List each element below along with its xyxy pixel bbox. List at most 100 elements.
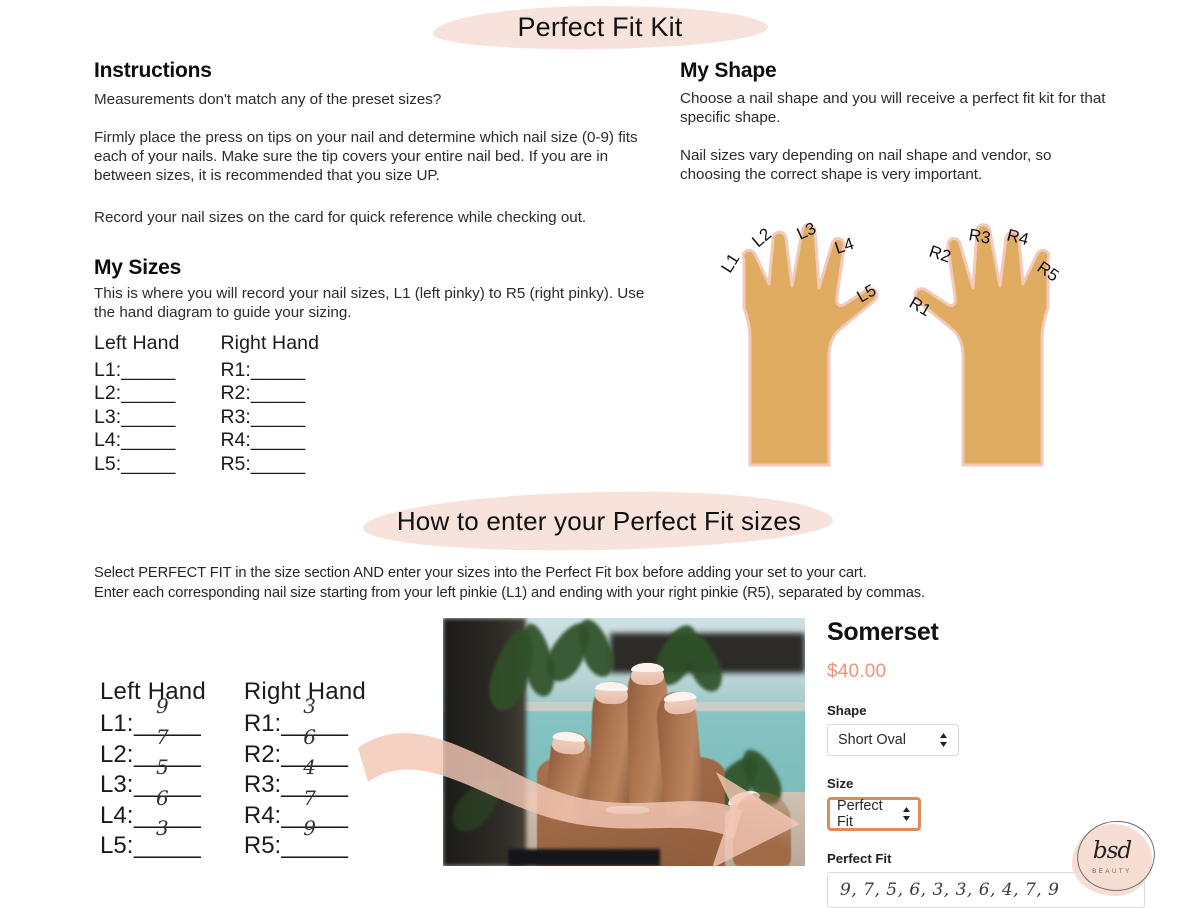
product-price: $40.00 bbox=[827, 661, 887, 682]
filled-size-label: R4: bbox=[243, 801, 282, 829]
my-sizes-left-column: Left Hand L1: _____ L2: _____ L3: _____ L4:… bbox=[94, 332, 179, 476]
page-title-text: Perfect Fit Kit bbox=[517, 12, 683, 42]
filled-size-value: 6 bbox=[156, 785, 169, 810]
size-row-label: L2: bbox=[94, 382, 122, 405]
filled-size-value: 3 bbox=[156, 816, 169, 840]
photo-sleeve bbox=[508, 848, 661, 866]
left-hand-header: Left Hand bbox=[94, 332, 180, 354]
size-row-blank: _____ bbox=[250, 382, 306, 405]
filled-size-label: R1: bbox=[243, 710, 282, 737]
size-row: L3: _____ bbox=[94, 406, 179, 429]
how-to-line-1: Select PERFECT FIT in the size section A… bbox=[94, 565, 867, 581]
filled-size-value: 4 bbox=[303, 755, 316, 779]
filled-size-label: R5: bbox=[243, 832, 282, 859]
size-row-blank: _____ bbox=[121, 429, 176, 452]
filled-size-label: R3: bbox=[243, 771, 282, 798]
size-row-label: R3: bbox=[220, 405, 251, 428]
shape-field-label: Shape bbox=[827, 703, 867, 718]
size-field-label: Size bbox=[827, 776, 854, 791]
my-shape-paragraph-1: Choose a nail shape and you will receive… bbox=[680, 90, 1106, 126]
size-row-blank: _____ bbox=[250, 359, 306, 381]
filled-left-hand-header: Left Hand bbox=[100, 678, 206, 705]
filled-size-row: L2: _____ 7 bbox=[100, 725, 206, 772]
size-row-label: R1: bbox=[220, 359, 251, 381]
how-to-line-2: Enter each corresponding nail size start… bbox=[94, 585, 926, 601]
logo-wordmark: bsd bbox=[1092, 838, 1132, 864]
size-row: L1: _____ bbox=[94, 359, 179, 382]
filled-size-value: 3 bbox=[303, 694, 316, 718]
filled-size-label: R2: bbox=[243, 740, 282, 768]
filled-size-row: L3: _____ 5 bbox=[100, 755, 206, 802]
size-row-label: R5: bbox=[220, 452, 251, 475]
size-row: R5: _____ bbox=[220, 453, 319, 476]
my-sizes-blank-table: Left Hand L1: _____ L2: _____ L3: _____ L4:… bbox=[94, 332, 319, 476]
size-row-label: R4: bbox=[220, 429, 251, 452]
size-row-blank: _____ bbox=[121, 405, 176, 428]
size-select[interactable]: Perfect Fit bbox=[827, 797, 921, 831]
hand-diagram: L1 L2 L3 L4 L5 R1 R2 R3 R4 R5 bbox=[717, 219, 1062, 467]
filled-size-row: L5: _____ 3 bbox=[100, 816, 206, 863]
size-row: L5: _____ bbox=[94, 453, 179, 476]
size-row-label: L5: bbox=[94, 452, 122, 475]
size-row: R3: _____ bbox=[220, 406, 319, 429]
how-to-title-text: How to enter your Perfect Fit sizes bbox=[396, 506, 802, 536]
instructions-paragraph-1: Measurements don't match any of the pres… bbox=[94, 91, 442, 108]
nails-photo bbox=[443, 618, 805, 866]
my-shape-paragraph-2: Nail sizes vary depending on nail shape … bbox=[680, 147, 1052, 183]
shape-select[interactable]: Short Oval bbox=[827, 724, 959, 756]
size-row: L4: _____ bbox=[94, 429, 179, 452]
perfect-fit-kit-page: Perfect Fit Kit Instructions Measurement… bbox=[0, 0, 1200, 908]
size-row-label: R2: bbox=[220, 382, 251, 405]
photo-nail bbox=[594, 681, 628, 706]
my-sizes-right-column: Right Hand R1: _____ R2: _____ R3: _____ R4… bbox=[220, 332, 319, 476]
my-shape-heading: My Shape bbox=[680, 59, 777, 82]
brand-logo: bsd BEAUTY bbox=[1072, 817, 1159, 896]
filled-size-row: L4: _____ 6 bbox=[100, 786, 206, 833]
logo-subtitle: BEAUTY bbox=[1092, 869, 1132, 875]
filled-size-value: 5 bbox=[156, 755, 169, 779]
how-to-title: How to enter your Perfect Fit sizes bbox=[0, 506, 1200, 537]
size-row-blank: _____ bbox=[121, 452, 176, 475]
filled-size-blank: _____ 3 bbox=[134, 816, 201, 860]
filled-size-row: R5: _____ 9 bbox=[243, 816, 366, 863]
filled-size-label: L3: bbox=[100, 771, 134, 798]
size-row-blank: _____ bbox=[250, 429, 306, 452]
filled-size-row: L1: _____ 9 bbox=[100, 694, 206, 741]
filled-size-label: L5: bbox=[100, 832, 134, 859]
size-row-label: L3: bbox=[94, 405, 122, 428]
shape-select-value: Short Oval bbox=[838, 732, 906, 748]
size-row: R1: _____ bbox=[220, 359, 319, 382]
chevron-updown-icon bbox=[902, 807, 911, 821]
photo-thumb bbox=[732, 791, 791, 866]
hand-label-R3: R3 bbox=[967, 225, 992, 247]
my-sizes-paragraph: This is where you will record your nail … bbox=[94, 285, 645, 321]
size-row-blank: _____ bbox=[250, 405, 306, 428]
size-row-blank: _____ bbox=[121, 382, 176, 405]
instructions-heading: Instructions bbox=[94, 59, 212, 82]
filled-size-label: L2: bbox=[100, 740, 134, 768]
filled-sizes-left-column: Left Hand L1: _____ 9 L2: _____ 7 L3: _____ 5 … bbox=[100, 678, 206, 863]
filled-size-value: 9 bbox=[303, 816, 316, 840]
filled-size-blank: _____ 9 bbox=[281, 816, 348, 860]
nail-french-tip bbox=[595, 681, 628, 692]
photo-nail bbox=[631, 662, 664, 685]
right-hand-header: Right Hand bbox=[220, 332, 320, 354]
chevron-updown-icon bbox=[939, 733, 948, 747]
filled-size-label: L1: bbox=[100, 710, 134, 737]
instructions-paragraph-2: Firmly place the press on tips on your n… bbox=[94, 129, 638, 184]
filled-size-value: 7 bbox=[303, 785, 316, 810]
perfect-fit-input-value: 9, 7, 5, 6, 3, 3, 6, 4, 7, 9 bbox=[840, 880, 1060, 900]
filled-sizes-table: Left Hand L1: _____ 9 L2: _____ 7 L3: _____ 5 … bbox=[100, 678, 366, 863]
page-title: Perfect Fit Kit bbox=[0, 12, 1200, 43]
filled-size-value: 6 bbox=[303, 724, 316, 749]
size-row: L2: _____ bbox=[94, 382, 179, 405]
my-sizes-heading: My Sizes bbox=[94, 256, 182, 279]
size-row-label: L4: bbox=[94, 429, 122, 452]
filled-size-value: 7 bbox=[156, 724, 169, 749]
size-row: R4: _____ bbox=[220, 429, 319, 452]
instructions-paragraph-3: Record your nail sizes on the card for q… bbox=[94, 209, 587, 226]
hand-label-L1: L1 bbox=[717, 250, 743, 276]
size-row: R2: _____ bbox=[220, 382, 319, 405]
size-select-value: Perfect Fit bbox=[837, 798, 883, 830]
filled-sizes-right-column: Right Hand R1: _____ 3 R2: _____ 6 R3: _____ 4… bbox=[244, 678, 366, 863]
